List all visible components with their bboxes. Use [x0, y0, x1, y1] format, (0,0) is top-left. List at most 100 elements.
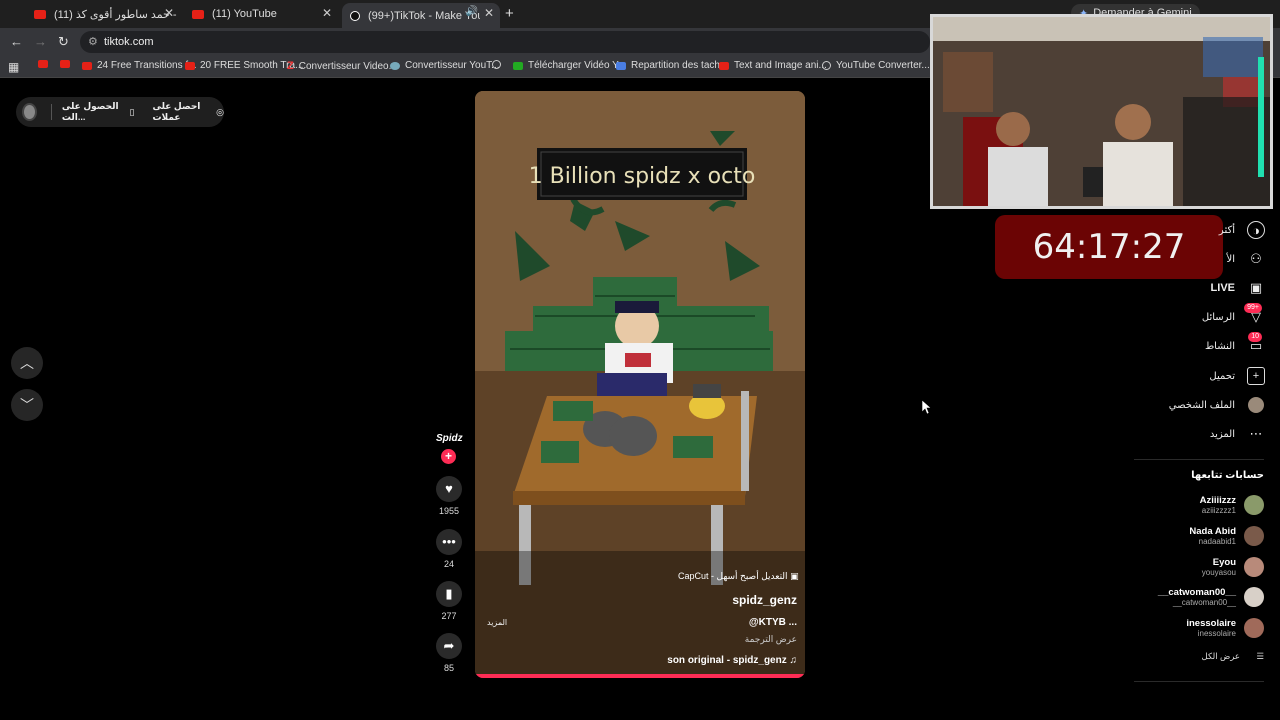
- bookmark-item[interactable]: YouTube Converter...: [822, 60, 930, 71]
- next-video-button[interactable]: ﹀: [11, 389, 43, 421]
- list-icon: ☰: [1256, 651, 1264, 661]
- account-handle: nadaabid1: [1198, 537, 1236, 546]
- bookmark-item[interactable]: Text and Image ani...: [719, 60, 827, 71]
- sidebar-item-inbox[interactable]: الرسائل ▽ 99+: [1201, 303, 1265, 327]
- account-name: __catwoman00__: [1157, 587, 1236, 598]
- document-icon: [616, 61, 626, 70]
- sidebar-item-label: LIVE: [1210, 282, 1235, 294]
- save-count: 277: [441, 611, 457, 621]
- close-icon[interactable]: ✕: [484, 6, 494, 20]
- friends-icon: ⚇: [1250, 251, 1262, 266]
- more-icon: ⋯: [1249, 426, 1263, 441]
- apps-grid-icon[interactable]: ▦: [8, 60, 19, 74]
- divider: [1134, 459, 1264, 460]
- avatar: [1244, 526, 1264, 546]
- tab-tiktok[interactable]: (99+)TikTok - Make Your Da 🔊 ✕: [342, 3, 500, 28]
- bookmark-item[interactable]: Z Convertisseur Video...: [287, 60, 397, 72]
- reload-icon[interactable]: ↻: [58, 34, 69, 50]
- previous-video-button[interactable]: ︿: [11, 347, 43, 379]
- bookmark-label: Télécharger Vidéo Y...: [528, 60, 626, 71]
- bookmark-item[interactable]: Repartition des tach...: [616, 60, 728, 71]
- following-accounts-title: حسابات تتابعها: [1191, 470, 1264, 481]
- back-icon[interactable]: ←: [10, 34, 23, 49]
- sidebar-item-live[interactable]: LIVE ▣: [1211, 278, 1265, 298]
- avatar[interactable]: [22, 103, 38, 121]
- speaker-icon[interactable]: 🔊: [466, 6, 478, 17]
- see-translation-link[interactable]: عرض الترجمة: [745, 634, 797, 645]
- url-text: tiktok.com: [104, 36, 154, 48]
- tab-youtube-1[interactable]: (11) لاباس - حمد ساطور أقوى كذ ✕: [28, 3, 180, 25]
- share-button[interactable]: ➦ 85: [432, 633, 466, 673]
- get-app-button[interactable]: الحصول على الت... ▯: [62, 101, 135, 123]
- comment-button[interactable]: ••• 24: [432, 529, 466, 569]
- sidebar-item-label: النشاط: [1204, 340, 1235, 352]
- get-coins-button[interactable]: احصل على عملات ◎: [152, 101, 224, 123]
- sign-text: 1 Billion spidz x octo: [529, 164, 756, 189]
- account-name: Aziiiizzz: [1199, 495, 1236, 506]
- capcut-text: CapCut - التعديل أصبح أسهل: [678, 571, 788, 581]
- share-icon: ➦: [436, 633, 462, 659]
- video-progress-bar[interactable]: [475, 674, 805, 678]
- like-button[interactable]: ♥ 1955: [432, 476, 466, 516]
- get-app-bar: الحصول على الت... ▯ احصل على عملات ◎: [16, 97, 224, 127]
- save-button[interactable]: ▮ 277: [432, 581, 466, 621]
- account-handle: __catwoman00__: [1172, 598, 1236, 607]
- sidebar-item-upload[interactable]: تحميل +: [1209, 366, 1265, 386]
- video-player[interactable]: 1 Billion spidz x octo CapCut - التعديل …: [475, 91, 805, 678]
- bookmark-item[interactable]: [492, 60, 506, 69]
- youtube-icon: [60, 60, 70, 68]
- bookmark-item[interactable]: Convertisseur YouT...: [390, 60, 500, 71]
- youtube-icon: [38, 60, 48, 68]
- sidebar-item-label: الرسائل: [1201, 311, 1235, 323]
- followed-account[interactable]: Nada Abid nadaabid1: [1189, 524, 1264, 548]
- upload-icon: +: [1247, 367, 1265, 385]
- see-all-link[interactable]: عرض الكل ☰: [1202, 651, 1264, 662]
- url-field[interactable]: ⚙ tiktok.com: [80, 31, 930, 53]
- followed-account[interactable]: inessolaire inessolaire: [1186, 616, 1264, 640]
- follow-button[interactable]: +: [441, 449, 456, 464]
- sound-link[interactable]: son original - spidz_genz ♫: [667, 655, 797, 666]
- site-info-icon[interactable]: ⚙: [88, 31, 98, 53]
- chevron-up-icon: ︿: [20, 355, 34, 371]
- account-name: Eyou: [1212, 557, 1236, 568]
- tab-title: (11) YouTube: [212, 8, 277, 20]
- sidebar-item-more[interactable]: المزيد ⋯: [1210, 424, 1265, 444]
- stream-timer: 64:17:27: [995, 215, 1223, 279]
- bookmark-item[interactable]: 24 Free Transitions f...: [82, 60, 197, 71]
- tiktok-icon: [350, 10, 360, 21]
- bookmark-item[interactable]: Télécharger Vidéo Y...: [513, 60, 626, 71]
- forward-icon[interactable]: →: [34, 34, 47, 49]
- video-author-username[interactable]: spidz_genz: [732, 593, 797, 607]
- sidebar-item-label: تحميل: [1209, 370, 1235, 382]
- music-note-icon: ♫: [789, 655, 798, 666]
- bookmark-icon: ▮: [436, 581, 462, 607]
- z-icon: Z: [287, 60, 294, 72]
- sidebar-item-profile[interactable]: الملف الشخصي: [1169, 395, 1265, 415]
- close-icon[interactable]: ✕: [322, 6, 332, 20]
- youtube-icon: [192, 9, 204, 19]
- author-avatar[interactable]: Spidz: [436, 433, 463, 444]
- bookmark-youtube[interactable]: [38, 60, 53, 68]
- capcut-icon: ▣: [790, 571, 799, 581]
- followed-account[interactable]: Aziiiizzz aziiizzzz1: [1200, 493, 1264, 517]
- bookmark-youtube[interactable]: [60, 60, 75, 68]
- webcam-image: [933, 17, 1270, 206]
- sidebar-item-explore[interactable]: أكثر ◑: [1219, 220, 1265, 240]
- tab-youtube-2[interactable]: (11) YouTube ✕: [186, 3, 338, 25]
- explore-icon: ◑: [1247, 221, 1265, 239]
- followed-account[interactable]: __catwoman00__ __catwoman00__: [1158, 585, 1264, 609]
- divider: [51, 104, 52, 120]
- more-link[interactable]: المزيد: [487, 618, 507, 627]
- share-count: 85: [443, 663, 454, 673]
- bookmark-item[interactable]: 20 FREE Smooth Tra...: [185, 60, 303, 71]
- followed-account[interactable]: Eyou youyasou: [1202, 555, 1264, 579]
- comment-icon: •••: [436, 529, 462, 555]
- sidebar-item-activity[interactable]: النشاط ▭ 10: [1204, 332, 1265, 356]
- youtube-icon: [719, 61, 729, 70]
- close-icon[interactable]: ✕: [164, 6, 174, 20]
- comment-count: 24: [443, 559, 454, 569]
- new-tab-button[interactable]: +: [505, 5, 514, 22]
- capcut-label[interactable]: CapCut - التعديل أصبح أسهل ▣: [678, 571, 799, 582]
- sidebar-item-friends[interactable]: الأ ⚇: [1227, 249, 1265, 269]
- sidebar-item-label: الأ: [1226, 253, 1235, 265]
